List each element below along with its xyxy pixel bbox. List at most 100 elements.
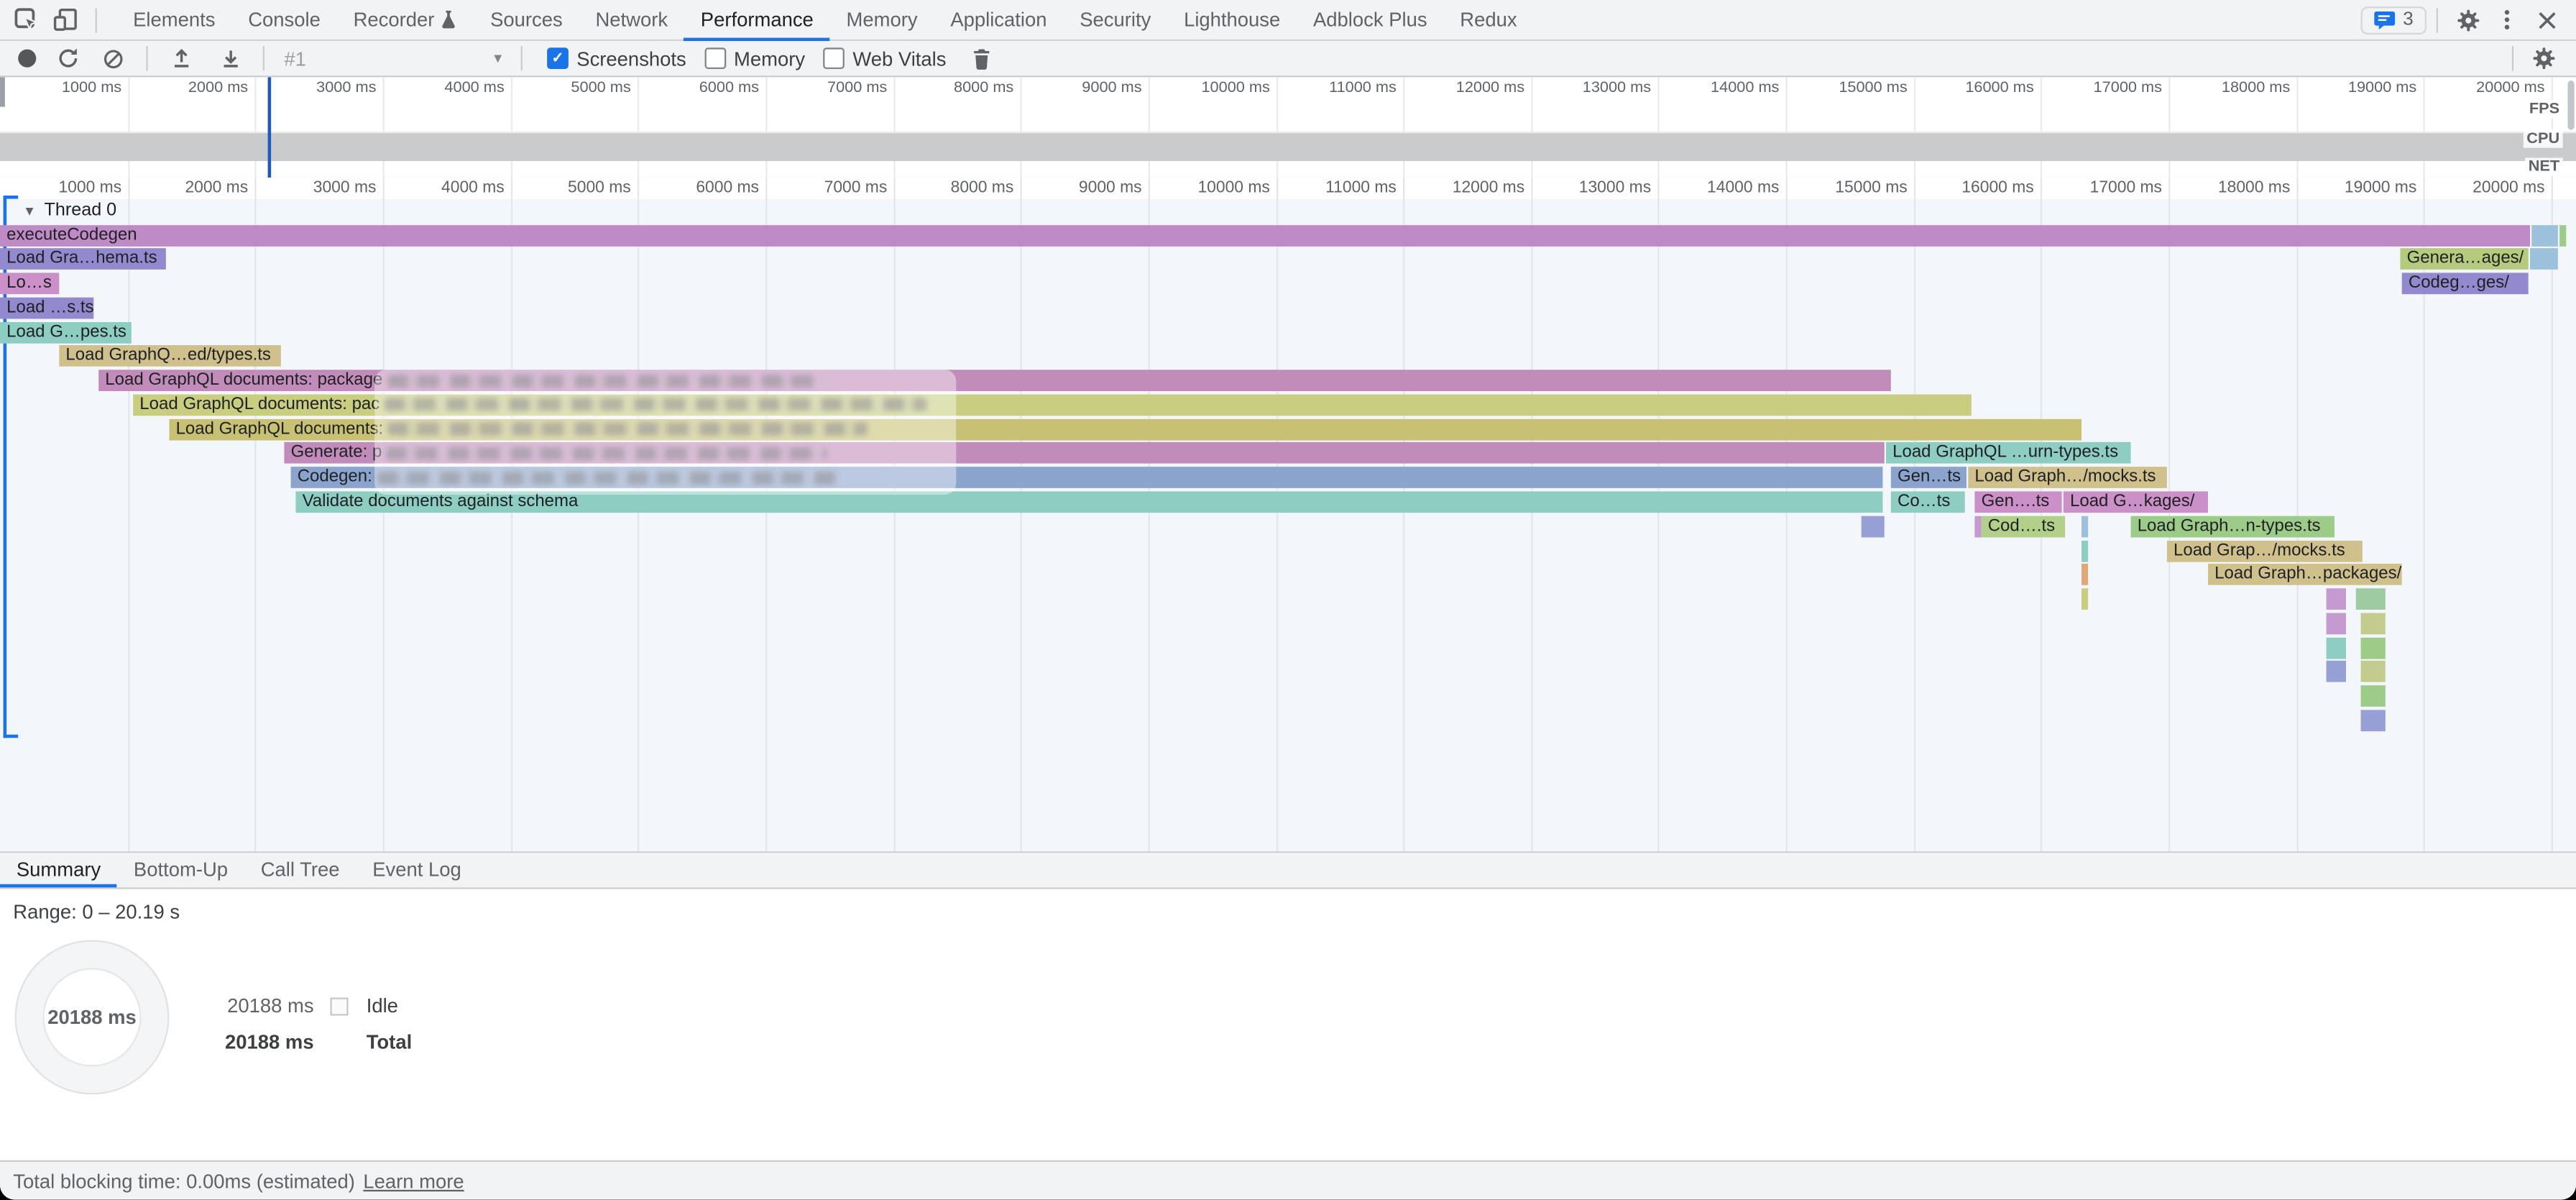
flame-bar-label: Co…ts — [1898, 491, 1950, 513]
flame-bar[interactable] — [2082, 588, 2088, 610]
flame-bar[interactable]: Load Graph…/mocks.ts — [1968, 467, 2167, 489]
tab-event-log[interactable]: Event Log — [356, 853, 477, 887]
flame-bar[interactable] — [2356, 588, 2386, 610]
checkbox-unchecked-icon[interactable] — [704, 47, 726, 69]
gridline — [1149, 178, 1150, 851]
flame-bar[interactable] — [2082, 564, 2088, 586]
flame-bar[interactable]: Load Gra…hema.ts — [0, 249, 166, 270]
tab-recorder[interactable]: Recorder — [337, 0, 474, 40]
flame-bar[interactable] — [2530, 249, 2558, 270]
tab-call-tree[interactable]: Call Tree — [244, 853, 356, 887]
lane-label-net: NET — [2525, 157, 2563, 175]
tab-sources[interactable]: Sources — [474, 0, 579, 40]
flame-bar[interactable] — [2082, 540, 2088, 562]
flame-bar[interactable]: Load Grap…/mocks.ts — [2167, 540, 2363, 562]
flame-bar[interactable]: Co…ts — [1891, 491, 1965, 513]
flame-tick-label: 2000 ms — [133, 178, 248, 199]
flame-bar[interactable] — [2361, 685, 2386, 707]
reload-and-record-icon[interactable] — [47, 40, 87, 76]
flame-bar[interactable] — [2327, 613, 2346, 634]
flame-bar[interactable] — [2361, 661, 2386, 683]
gridline — [1914, 178, 1915, 851]
flame-bar[interactable]: Lo…s — [0, 272, 59, 294]
flame-bar[interactable] — [2361, 637, 2386, 659]
tab-bottom-up[interactable]: Bottom-Up — [117, 853, 244, 887]
inspect-element-icon[interactable] — [6, 1, 46, 37]
gridline — [128, 178, 129, 851]
tab-console[interactable]: Console — [231, 0, 336, 40]
divider — [2437, 7, 2438, 32]
settings-gear-icon[interactable] — [2448, 1, 2488, 37]
capture-settings-gear-icon[interactable] — [2524, 40, 2563, 76]
flame-tick-label: 10000 ms — [1155, 178, 1270, 199]
flame-bar[interactable]: Load GraphQ…ed/types.ts — [59, 346, 281, 367]
flame-tick-label: 9000 ms — [1027, 178, 1142, 199]
checkbox-checked-icon[interactable] — [547, 47, 569, 69]
close-devtools-icon[interactable] — [2526, 1, 2566, 37]
record-button[interactable] — [18, 50, 36, 68]
flame-bar[interactable] — [1862, 516, 1885, 537]
tab-security[interactable]: Security — [1063, 0, 1167, 40]
flame-bar[interactable]: Load …s.ts — [0, 297, 93, 319]
flame-bar[interactable]: Load Graph…n-types.ts — [2131, 516, 2334, 537]
flame-bar[interactable]: Load G…pes.ts — [0, 321, 132, 343]
learn-more-link[interactable]: Learn more — [363, 1169, 464, 1192]
flame-bar[interactable]: Codeg…ges/ — [2402, 272, 2529, 294]
checkbox-memory[interactable]: Memory — [704, 47, 805, 70]
flame-bar[interactable] — [2559, 224, 2566, 246]
save-profile-icon[interactable] — [211, 40, 250, 76]
overview-tick-label: 6000 ms — [644, 77, 759, 99]
flame-bar[interactable] — [2327, 661, 2346, 683]
more-options-kebab-icon[interactable] — [2488, 1, 2527, 37]
flame-bar[interactable]: executeCodegen — [0, 224, 2530, 246]
tabbar-right-controls: 3 — [2360, 1, 2576, 37]
recording-history-select[interactable]: #1 ▼ — [284, 44, 514, 73]
issues-counter-button[interactable]: 3 — [2360, 6, 2426, 34]
load-profile-icon[interactable] — [161, 40, 201, 76]
tab-redux[interactable]: Redux — [1443, 0, 1533, 40]
flame-bar[interactable]: Genera…ages/ — [2400, 249, 2528, 270]
checkbox-screenshots[interactable]: Screenshots — [547, 47, 686, 70]
flame-bar[interactable]: Load Graph…packages/ — [2208, 564, 2402, 586]
flame-bar[interactable] — [2361, 613, 2386, 634]
tab-network[interactable]: Network — [579, 0, 684, 40]
thread-group-header[interactable]: ▼ Thread 0 — [23, 201, 116, 222]
legend-label: Idle — [367, 994, 398, 1017]
overview-left-resize-grip[interactable] — [0, 77, 5, 106]
overview-tick-label: 17000 ms — [2047, 77, 2162, 99]
overview-tick-label: 9000 ms — [1027, 77, 1142, 99]
flame-bar[interactable]: Load G…kages/ — [2064, 491, 2208, 513]
flame-bar[interactable]: Load GraphQL …urn-types.ts — [1886, 443, 2131, 464]
tab-elements[interactable]: Elements — [116, 0, 231, 40]
flame-bar[interactable]: Load GraphQL documents: package — [98, 370, 1891, 392]
tab-label: Console — [248, 0, 321, 40]
tab-summary[interactable]: Summary — [0, 853, 117, 887]
flame-bar[interactable] — [2082, 516, 2088, 537]
flame-bar[interactable] — [2531, 224, 2558, 246]
vertical-scrollbar-thumb[interactable] — [2568, 81, 2575, 130]
flame-chart[interactable]: 1000 ms2000 ms3000 ms4000 ms5000 ms6000 … — [0, 178, 2576, 851]
flame-bar[interactable] — [1974, 516, 1981, 537]
device-toolbar-icon[interactable] — [46, 1, 86, 37]
tab-application[interactable]: Application — [934, 0, 1063, 40]
devtools-tabbar: Elements Console RecorderSourcesNetworkPer… — [0, 0, 2576, 41]
tab-lighthouse[interactable]: Lighthouse — [1167, 0, 1297, 40]
flame-bar[interactable] — [2327, 588, 2346, 610]
overview-tick-label: 20000 ms — [2430, 77, 2545, 99]
flame-bar[interactable] — [2327, 637, 2346, 659]
flame-bar[interactable]: Gen….ts — [1974, 491, 2061, 513]
trash-icon[interactable] — [962, 40, 1002, 76]
flame-bar[interactable]: Cod….ts — [1982, 516, 2066, 537]
timeline-overview[interactable]: 1000 ms2000 ms3000 ms4000 ms5000 ms6000 … — [0, 77, 2576, 177]
checkbox-web-vitals[interactable]: Web Vitals — [823, 47, 946, 70]
clear-recording-icon[interactable] — [93, 40, 133, 76]
tab-memory[interactable]: Memory — [830, 0, 934, 40]
flame-bar[interactable]: Gen…ts — [1891, 467, 1966, 489]
divider — [2512, 46, 2513, 70]
checkbox-unchecked-icon[interactable] — [823, 47, 845, 69]
tab-performance[interactable]: Performance — [684, 0, 830, 40]
overview-tick-label: 8000 ms — [898, 77, 1013, 99]
tab-adblock-plus[interactable]: Adblock Plus — [1297, 0, 1443, 40]
flame-bar[interactable] — [2361, 710, 2386, 731]
issues-count: 3 — [2403, 10, 2414, 29]
